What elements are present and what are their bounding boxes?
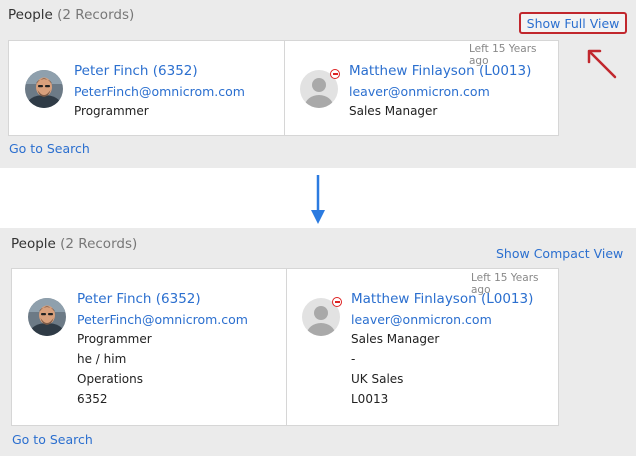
card-divider	[284, 41, 285, 135]
person-role: Sales Manager	[349, 104, 438, 118]
card-divider	[286, 269, 287, 425]
person-name[interactable]: Peter Finch (6352)	[74, 63, 198, 79]
leaver-status-icon	[332, 297, 342, 307]
person-name[interactable]: Matthew Finlayson (L0013)	[349, 63, 531, 79]
person-name[interactable]: Matthew Finlayson (L0013)	[351, 291, 533, 307]
user-photo-avatar[interactable]	[25, 70, 63, 108]
user-photo-avatar[interactable]	[28, 298, 66, 336]
person-department: Operations	[77, 372, 143, 386]
go-to-search-link[interactable]: Go to Search	[9, 141, 90, 156]
people-header-compact: People (2 Records)	[8, 7, 134, 23]
people-cards-compact: Peter Finch (6352) PeterFinch@omnicrom.c…	[8, 40, 559, 136]
show-full-view-link[interactable]: Show Full View	[519, 12, 627, 34]
person-department: UK Sales	[351, 372, 404, 386]
person-id: L0013	[351, 392, 389, 406]
person-pronouns: -	[351, 352, 356, 366]
red-annotation-arrow	[587, 49, 617, 79]
blue-down-arrow	[311, 175, 325, 224]
record-count: (2 Records)	[60, 236, 138, 252]
record-count: (2 Records)	[57, 7, 135, 23]
people-title: People	[8, 7, 53, 23]
person-role: Programmer	[77, 332, 152, 346]
person-role: Sales Manager	[351, 332, 440, 346]
person-email[interactable]: leaver@onmicron.com	[351, 312, 492, 327]
people-header-full: People (2 Records)	[11, 236, 137, 252]
person-email[interactable]: leaver@onmicron.com	[349, 84, 490, 99]
person-email[interactable]: PeterFinch@omnicrom.com	[74, 84, 245, 99]
people-cards-full: Peter Finch (6352) PeterFinch@omnicrom.c…	[11, 268, 559, 426]
person-pronouns: he / him	[77, 352, 127, 366]
people-title: People	[11, 236, 56, 252]
person-id: 6352	[77, 392, 108, 406]
go-to-search-link[interactable]: Go to Search	[12, 432, 93, 447]
person-role: Programmer	[74, 104, 149, 118]
person-name[interactable]: Peter Finch (6352)	[77, 291, 201, 307]
person-email[interactable]: PeterFinch@omnicrom.com	[77, 312, 248, 327]
show-compact-view-link[interactable]: Show Compact View	[496, 246, 623, 261]
leaver-status-icon	[330, 69, 340, 79]
